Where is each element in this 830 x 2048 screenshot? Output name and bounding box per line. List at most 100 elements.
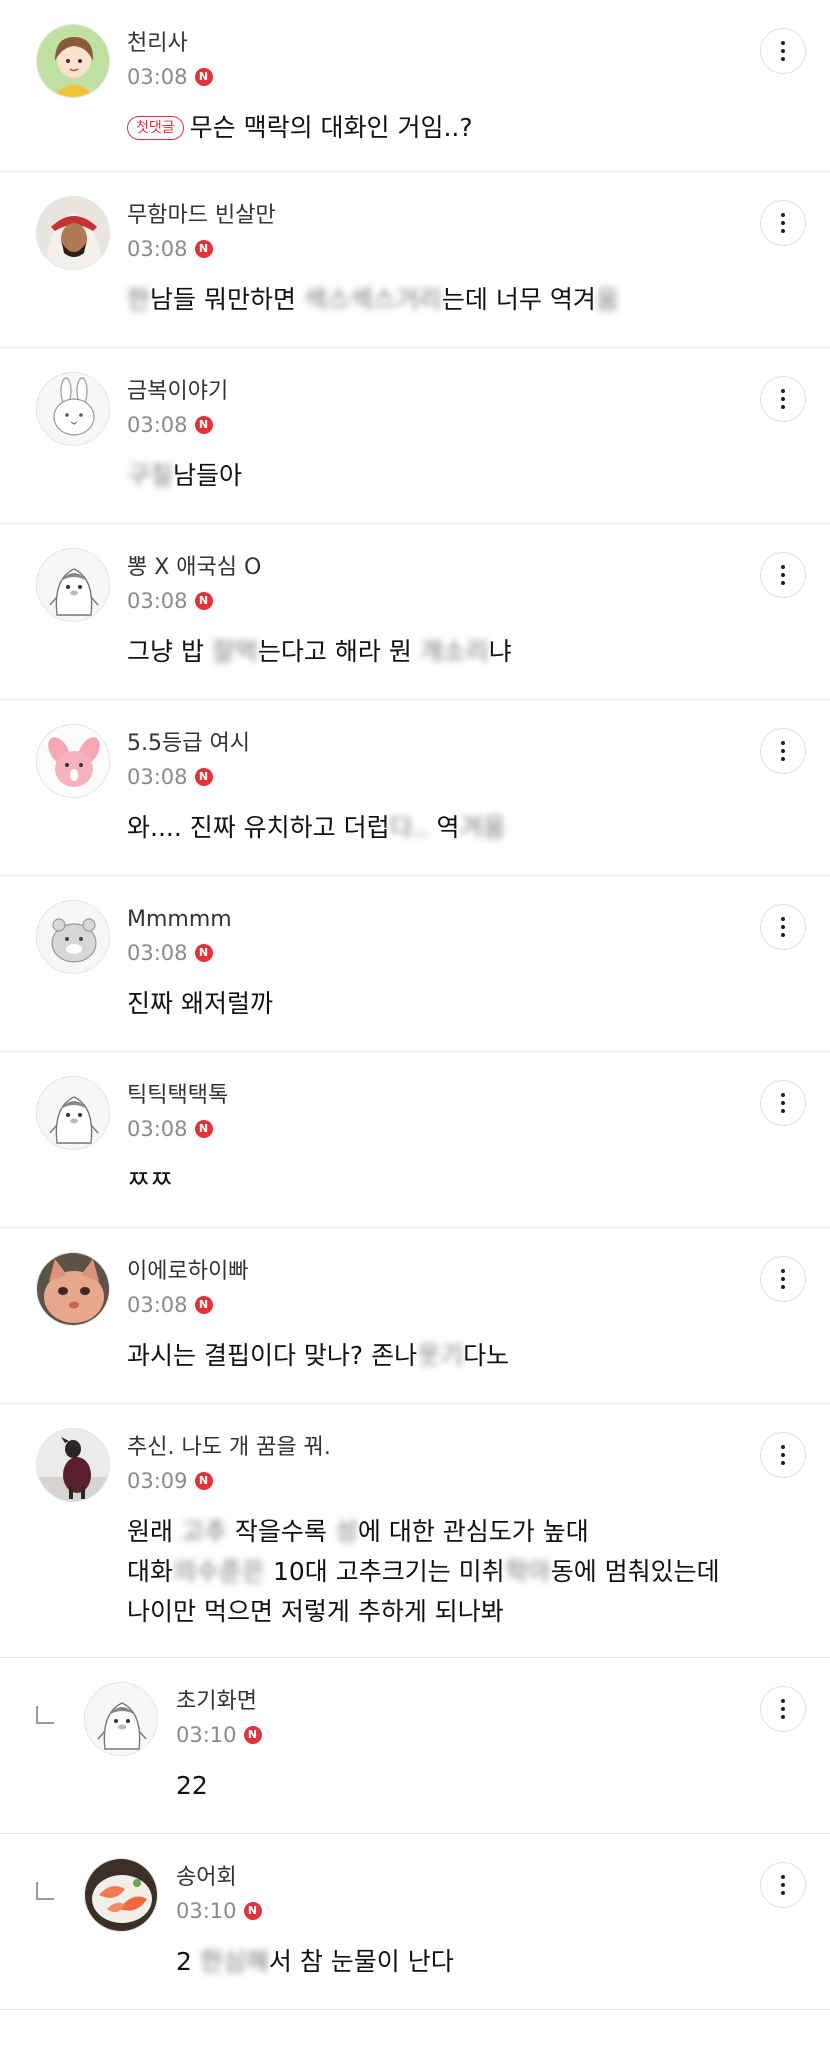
more-options-button[interactable] [760,1080,806,1126]
more-dot-icon [781,741,785,745]
nickname[interactable]: 이에로하이빠 [127,1258,720,1286]
timestamp: 03:08 [127,941,188,965]
timestamp: 03:08 [127,237,188,261]
timestamp: 03:08 [127,413,188,437]
more-dot-icon [781,41,785,45]
comment-text: 진짜 왜저럴까 [127,984,720,1024]
nickname[interactable]: 송어회 [176,1864,720,1892]
more-options-button[interactable] [760,904,806,950]
pink-rabbit-avatar[interactable] [36,724,110,798]
more-dot-icon [781,1109,785,1113]
more-dot-icon [781,1445,785,1449]
more-options-button[interactable] [760,376,806,422]
comment-meta: 03:10 N [176,1898,720,1924]
nickname[interactable]: 초기화면 [176,1688,720,1716]
new-badge: N [194,1120,213,1138]
salmon-photo-avatar[interactable] [84,1858,158,1932]
comment-body: 천리사 03:08 N 첫댓글 무슨 맥락의 대화인 거임..? [127,30,720,148]
new-badge: N [194,240,213,258]
comment-text: 22 [176,1766,720,1806]
comment-item: Mmmmm 03:08 N 진짜 왜저럴까 [0,876,830,1052]
penguin-avatar[interactable] [36,1076,110,1150]
nickname[interactable]: 추신. 나도 개 꿈을 꿔. [127,1434,720,1462]
more-options-button[interactable] [760,1432,806,1478]
more-dot-icon [781,1883,785,1887]
comment-body: 이에로하이빠 03:08 N 과시는 결핍이다 맞나? 존나웃기다노 [127,1258,720,1376]
more-options-button[interactable] [760,1862,806,1908]
timestamp: 03:08 [127,65,188,89]
comment-body: 추신. 나도 개 꿈을 꿔. 03:09 N 원래 고추 작을수록 성에 대한 관심도… [127,1434,720,1632]
comment-item: 이에로하이빠 03:08 N 과시는 결핍이다 맞나? 존나웃기다노 [0,1228,830,1404]
comment-meta: 03:08 N [127,588,720,614]
more-dot-icon [781,917,785,921]
comment-text-content: 원래 고추 작을수록 성에 대한 관심도가 높대 대화의수준은 10대 고추크기… [127,1517,720,1626]
more-dot-icon [781,1285,785,1289]
more-dot-icon [781,1453,785,1457]
cat-photo-avatar[interactable] [36,1252,110,1326]
dog-photo-avatar[interactable] [36,1428,110,1502]
penguin-avatar[interactable] [84,1682,158,1756]
nickname[interactable]: 금복이야기 [127,378,720,406]
more-dot-icon [781,581,785,585]
more-dot-icon [781,213,785,217]
more-options-button[interactable] [760,1686,806,1732]
more-options-button[interactable] [760,1256,806,1302]
new-badge: N [243,1726,262,1744]
more-dot-icon [781,933,785,937]
comment-text: 그냥 밥 잘먹는다고 해라 뭔 개소리냐 [127,632,720,672]
comment-text: 과시는 결핍이다 맞나? 존나웃기다노 [127,1336,720,1376]
comment-text-content: 무슨 맥락의 대화인 거임..? [189,113,473,142]
more-dot-icon [781,757,785,761]
comment-meta: 03:10 N [176,1722,720,1748]
comment-text: 첫댓글 무슨 맥락의 대화인 거임..? [127,108,720,148]
more-dot-icon [781,397,785,401]
more-dot-icon [781,573,785,577]
more-dot-icon [781,565,785,569]
nickname[interactable]: 천리사 [127,30,720,58]
timestamp: 03:10 [176,1723,237,1747]
comment-item: 추신. 나도 개 꿈을 꿔. 03:09 N 원래 고추 작을수록 성에 대한 관심도… [0,1404,830,1658]
comment-text: 2 한심해서 참 눈물이 난다 [176,1942,720,1982]
comment-text: 구질남들아 [127,456,720,496]
nickname[interactable]: Mmmmm [127,906,720,934]
nickname[interactable]: 틱틱택택톡 [127,1082,720,1110]
comment-text: 한남들 뭐만하면 섹스섹스거리는데 너무 역겨움 [127,280,720,320]
comment-text-content: 2 한심해서 참 눈물이 난다 [176,1947,454,1976]
comment-body: 5.5등급 여시 03:08 N 와.... 진짜 유치하고 더럽다.. 역겨움 [127,730,720,848]
more-dot-icon [781,925,785,929]
more-options-button[interactable] [760,28,806,74]
new-badge: N [194,592,213,610]
timestamp: 03:08 [127,1117,188,1141]
more-options-button[interactable] [760,200,806,246]
comment-item: 뽕 X 애국심 O 03:08 N 그냥 밥 잘먹는다고 해라 뭔 개소리냐 [0,524,830,700]
comment-meta: 03:08 N [127,236,720,262]
more-dot-icon [781,221,785,225]
comment-body: 뽕 X 애국심 O 03:08 N 그냥 밥 잘먹는다고 해라 뭔 개소리냐 [127,554,720,672]
more-dot-icon [781,389,785,393]
more-dot-icon [781,1269,785,1273]
comment-item: 무함마드 빈살만 03:08 N 한남들 뭐만하면 섹스섹스거리는데 너무 역겨움 [0,172,830,348]
comment-meta: 03:08 N [127,412,720,438]
comment-text-content: 구질남들아 [127,461,243,490]
nickname[interactable]: 무함마드 빈살만 [127,202,720,230]
hamster-avatar[interactable] [36,900,110,974]
comment-item: 천리사 03:08 N 첫댓글 무슨 맥락의 대화인 거임..? [0,0,830,172]
more-options-button[interactable] [760,728,806,774]
nickname[interactable]: 5.5등급 여시 [127,730,720,758]
new-badge: N [194,1472,213,1490]
photo-man-avatar[interactable] [36,196,110,270]
comment-text-content: 그냥 밥 잘먹는다고 해라 뭔 개소리냐 [127,637,512,666]
cartoon-girl-avatar[interactable] [36,24,110,98]
rabbit-avatar[interactable] [36,372,110,446]
more-options-button[interactable] [760,552,806,598]
penguin-avatar[interactable] [36,548,110,622]
comment-text: 원래 고추 작을수록 성에 대한 관심도가 높대 대화의수준은 10대 고추크기… [127,1512,720,1632]
nickname[interactable]: 뽕 X 애국심 O [127,554,720,582]
new-badge: N [194,68,213,86]
more-dot-icon [781,229,785,233]
comment-meta: 03:08 N [127,1116,720,1142]
comment-body: 무함마드 빈살만 03:08 N 한남들 뭐만하면 섹스섹스거리는데 너무 역겨움 [127,202,720,320]
more-dot-icon [781,1707,785,1711]
more-dot-icon [781,1101,785,1105]
comment-body: 송어회 03:10 N 2 한심해서 참 눈물이 난다 [176,1864,720,1982]
